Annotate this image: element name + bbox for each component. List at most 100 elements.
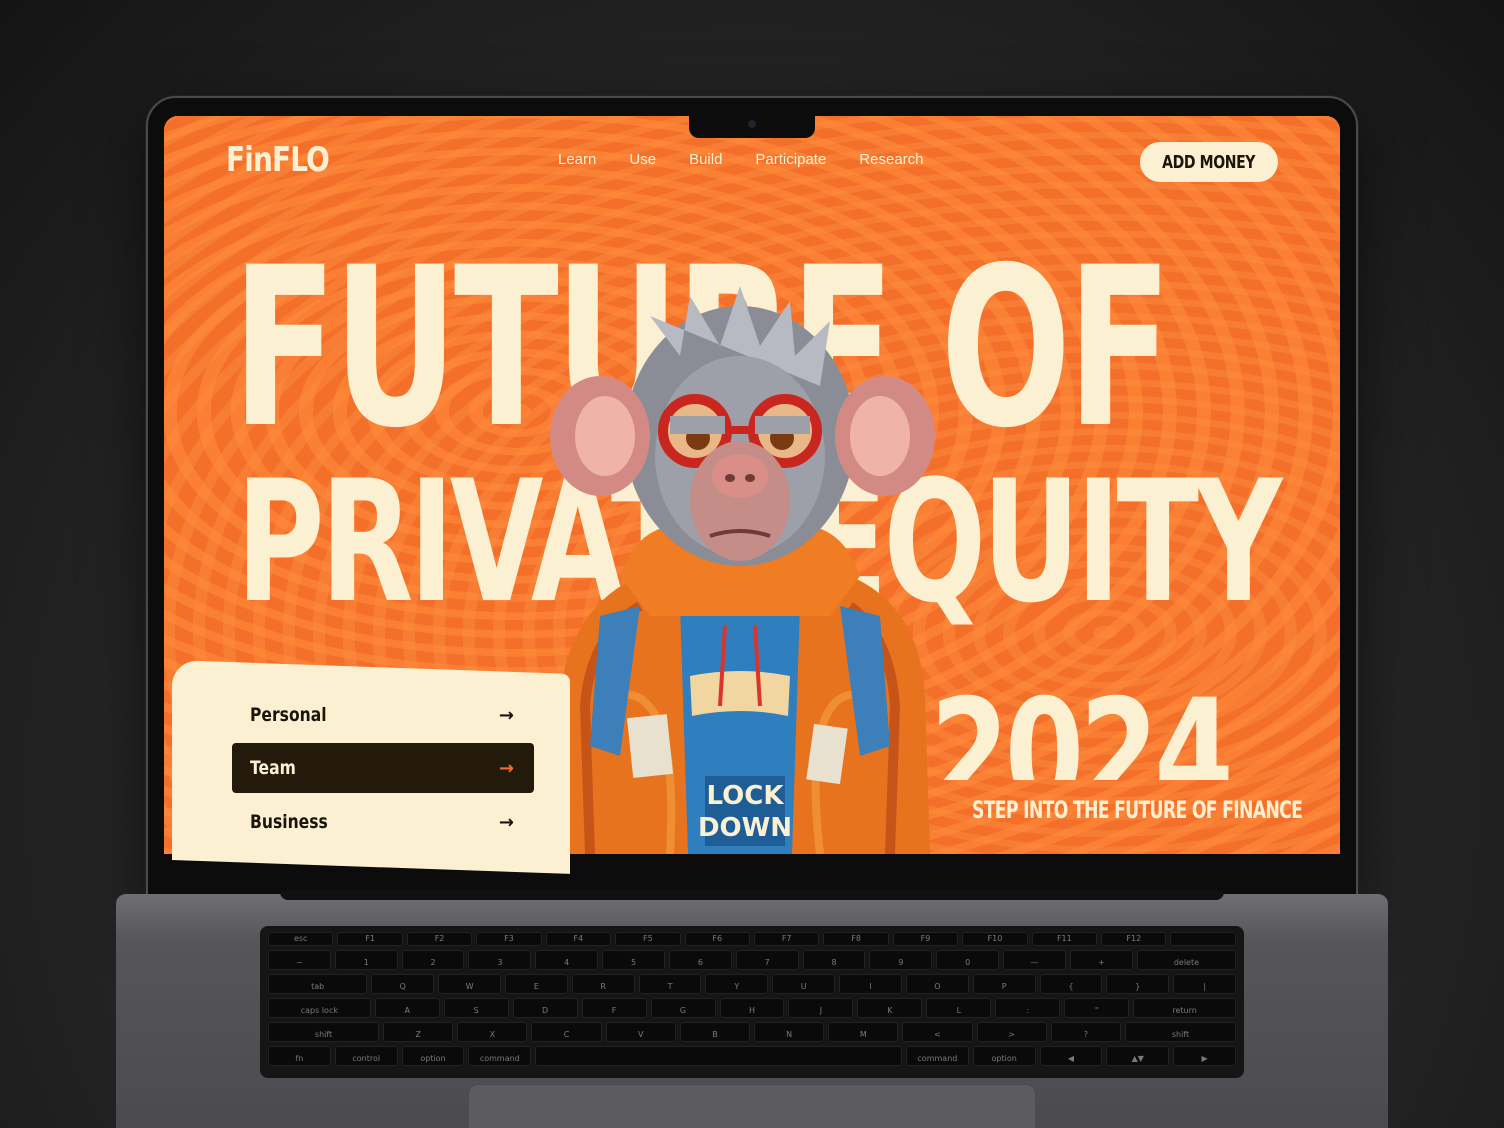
laptop-keyboard: esc F1 F2 F3 F4 F5 F6 F7 F8 F9 F10 F11 F12 ~1 2 3 4 5 6 7 8 9… <box>260 926 1244 1078</box>
keyboard-key: ? <box>1050 1022 1121 1042</box>
keyboard-key: Z <box>383 1022 454 1042</box>
menu-item-label: Team <box>250 757 296 779</box>
keyboard-key: 2 <box>401 950 465 970</box>
menu-item-label: Personal <box>250 704 327 726</box>
keyboard-key: | <box>1173 974 1237 994</box>
keyboard-key: F5 <box>615 932 681 946</box>
keyboard-key: B <box>679 1022 751 1042</box>
keyboard-key: 4 <box>535 950 599 970</box>
keyboard-key: F <box>581 998 647 1018</box>
keyboard-key: < <box>902 1022 973 1042</box>
keyboard-key: fn <box>268 1046 331 1066</box>
keyboard-key: H <box>719 998 785 1018</box>
keyboard-key: F2 <box>406 932 473 946</box>
keyboard-key: R <box>571 974 635 994</box>
laptop-hinge <box>280 890 1224 900</box>
keyboard-key: F11 <box>1031 932 1098 946</box>
keyboard-key: caps lock <box>268 998 371 1018</box>
keyboard-key: L <box>926 998 992 1018</box>
keyboard-key: option <box>401 1046 465 1066</box>
keyboard-key: control <box>334 1046 398 1066</box>
keyboard-key: 8 <box>802 950 866 970</box>
keyboard-key: F3 <box>476 932 542 946</box>
keyboard-key: Y <box>705 974 769 994</box>
add-money-button[interactable]: ADD MONEY <box>1140 142 1278 182</box>
arrow-right-icon: → <box>498 704 514 726</box>
menu-item-team[interactable]: Team → <box>232 743 534 793</box>
keyboard-key: P <box>972 974 1036 994</box>
keyboard-key: 7 <box>735 950 799 970</box>
menu-item-business[interactable]: Business → <box>232 797 534 847</box>
trackpad[interactable] <box>468 1084 1036 1128</box>
keyboard-key: C <box>531 1022 602 1042</box>
site-logo[interactable]: FinFLO <box>226 140 330 180</box>
menu-item-personal[interactable]: Personal → <box>232 690 534 740</box>
menu-item-label: Business <box>250 811 328 833</box>
keyboard-key: esc <box>268 932 334 946</box>
keyboard-key: O <box>905 974 969 994</box>
keyboard-key: option <box>972 1046 1036 1066</box>
keyboard-key: : <box>995 998 1061 1018</box>
keyboard-key: ~ <box>268 950 331 970</box>
keyboard-key: 9 <box>869 950 933 970</box>
keyboard-key: S <box>443 998 509 1018</box>
keyboard-key: " <box>1064 998 1130 1018</box>
keyboard-key: F7 <box>753 932 820 946</box>
keyboard-key: shift <box>268 1022 380 1042</box>
shirt-text-lock: LOCK <box>707 781 785 811</box>
keyboard-key: V <box>605 1022 676 1042</box>
keyboard-key: return <box>1133 998 1236 1018</box>
keyboard-key: } <box>1106 974 1170 994</box>
keyboard-key: 5 <box>602 950 665 970</box>
keyboard-key: J <box>788 998 854 1018</box>
nav-link-build[interactable]: Build <box>689 151 722 168</box>
keyboard-row: fn control option command command option ◀ ▲▼ ▶ <box>268 1046 1236 1066</box>
keyboard-row: esc F1 F2 F3 F4 F5 F6 F7 F8 F9 F10 F11 F12 <box>268 932 1236 946</box>
keyboard-key: F10 <box>962 932 1028 946</box>
keyboard-key: { <box>1039 974 1103 994</box>
keyboard-key: T <box>638 974 702 994</box>
keyboard-row: tab Q W E R T Y U I O P{} | <box>268 974 1237 994</box>
keyboard-key: 0 <box>936 950 1000 970</box>
shirt-text-down: DOWN <box>698 813 792 843</box>
nav-link-participate[interactable]: Participate <box>755 151 826 168</box>
nav-link-research[interactable]: Research <box>859 151 923 168</box>
keyboard-key: F4 <box>545 932 612 946</box>
keyboard-key: 6 <box>668 950 732 970</box>
keyboard-key: M <box>828 1022 899 1042</box>
keyboard-key: + <box>1069 950 1133 970</box>
arrow-right-icon: → <box>498 811 514 833</box>
hero-headline-year: 2024 <box>930 680 1230 780</box>
keyboard-key: A <box>374 998 440 1018</box>
nav-link-learn[interactable]: Learn <box>558 151 596 168</box>
keyboard-key <box>1170 932 1236 946</box>
keyboard-key: U <box>772 974 836 994</box>
keyboard-key: > <box>976 1022 1047 1042</box>
keyboard-key: shift <box>1124 1022 1237 1042</box>
keyboard-key: tab <box>268 974 368 994</box>
keyboard-key: N <box>754 1022 825 1042</box>
keyboard-key: 1 <box>334 950 398 970</box>
keyboard-key: ▲▼ <box>1106 1046 1170 1066</box>
keyboard-key: 3 <box>468 950 532 970</box>
keyboard-key: X <box>457 1022 528 1042</box>
keyboard-key: — <box>1003 950 1066 970</box>
keyboard-key: delete <box>1136 950 1237 970</box>
keyboard-key: I <box>839 974 902 994</box>
keyboard-row: caps lock A S D F G H J K L: " return <box>268 998 1236 1018</box>
nav-link-use[interactable]: Use <box>629 151 656 168</box>
keyboard-key <box>535 1046 902 1066</box>
keyboard-key: F6 <box>684 932 750 946</box>
keyboard-key: F8 <box>823 932 889 946</box>
keyboard-key: F9 <box>892 932 959 946</box>
arrow-right-icon: → <box>498 757 514 779</box>
keyboard-key: ◀ <box>1039 1046 1103 1066</box>
hero-tagline: STEP INTO THE FUTURE OF FINANCE <box>972 796 1303 824</box>
keyboard-key: G <box>650 998 716 1018</box>
keyboard-key: F12 <box>1101 932 1167 946</box>
keyboard-key: Q <box>371 974 435 994</box>
monkey-mascot-illustration: LOCK DOWN <box>550 286 935 854</box>
keyboard-key: command <box>905 1046 969 1066</box>
main-nav: Learn Use Build Participate Research <box>558 151 957 168</box>
keyboard-key: ▶ <box>1173 1046 1236 1066</box>
